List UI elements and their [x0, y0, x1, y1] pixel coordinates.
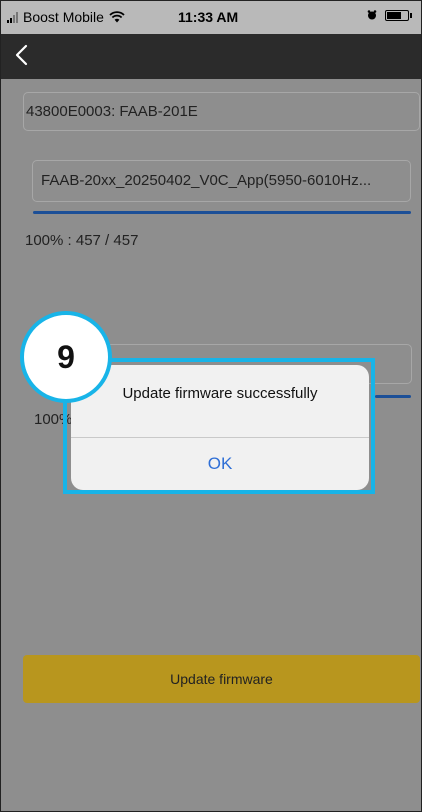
dialog-ok-button[interactable]: OK — [71, 438, 369, 490]
carrier-name: Boost Mobile — [23, 9, 104, 25]
alarm-icon — [367, 10, 377, 20]
step-number-badge: 9 — [20, 311, 112, 403]
device-field: 43800E0003: FAAB-201E — [23, 92, 420, 131]
battery-tip — [410, 13, 412, 18]
carrier-info: Boost Mobile — [7, 9, 125, 25]
firmware-file-select[interactable]: FAAB-20xx_20250402_V0C_App(5950-6010Hz..… — [32, 160, 411, 202]
status-bar: Boost Mobile 11:33 AM — [1, 1, 421, 34]
navigation-bar — [1, 34, 421, 79]
dialog-message: Update firmware successfully — [122, 385, 318, 402]
battery-icon — [385, 10, 409, 21]
update-firmware-button[interactable]: Update firmware — [23, 655, 420, 703]
firmware-progress-bar — [33, 211, 411, 214]
chevron-left-icon[interactable] — [7, 38, 37, 72]
wifi-icon — [109, 11, 125, 23]
battery-level — [387, 12, 402, 19]
status-time: 11:33 AM — [178, 9, 239, 25]
second-progress-bar — [375, 395, 411, 398]
firmware-progress-text: 100% : 457 / 457 — [25, 232, 139, 249]
signal-icon — [7, 11, 18, 23]
success-dialog: Update firmware successfully OK — [71, 365, 369, 490]
